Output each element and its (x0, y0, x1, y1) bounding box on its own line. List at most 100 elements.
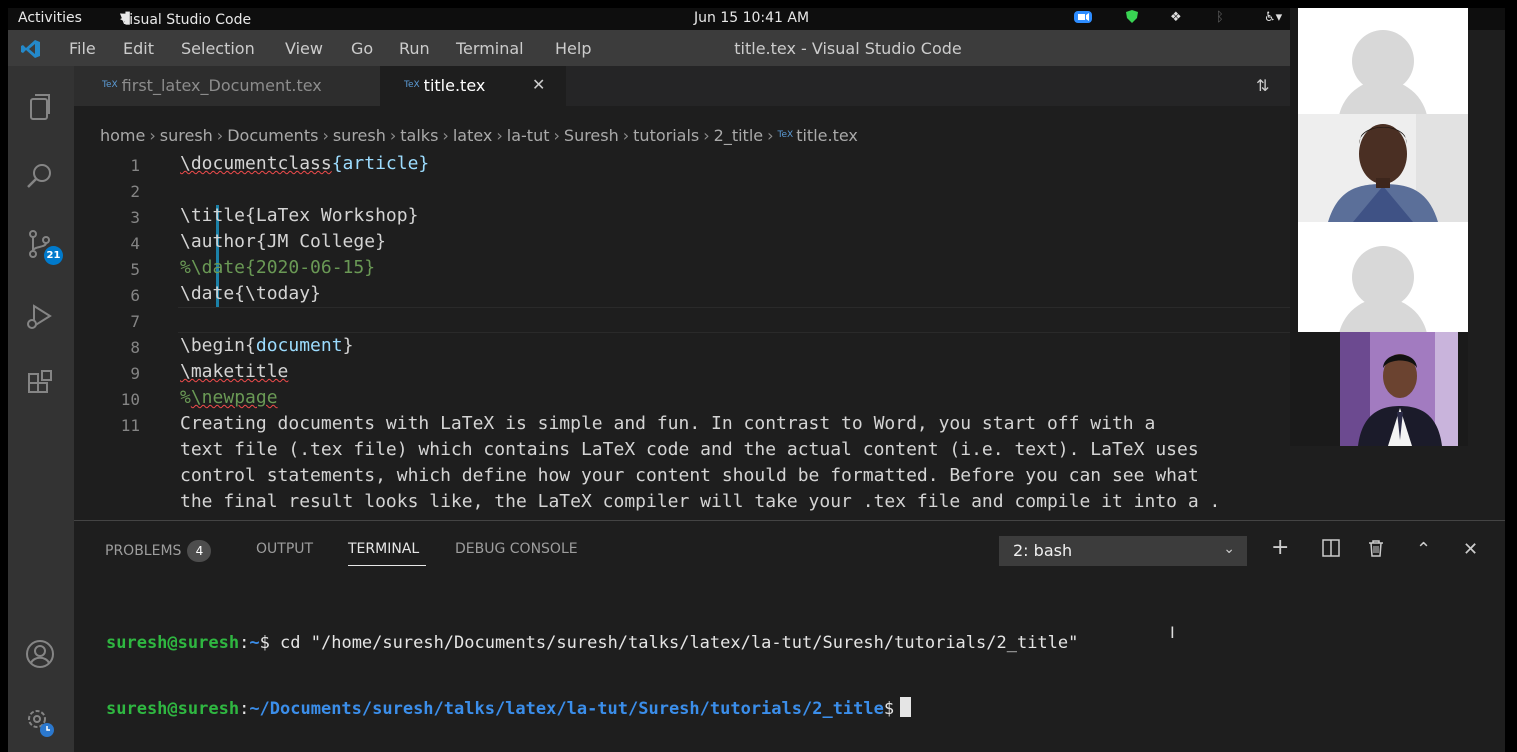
code-comment: \newpage (190, 387, 278, 408)
manage-gear-icon[interactable] (22, 704, 58, 740)
code-line-wrap: control statements, which define how you… (74, 465, 1494, 491)
app-menu-label: Visual Studio Code (120, 12, 252, 28)
code-brace: } (342, 335, 354, 356)
breadcrumb-item[interactable]: title.tex (796, 126, 858, 145)
menu-file[interactable]: File (69, 39, 96, 58)
participant-tile[interactable] (1298, 222, 1468, 332)
breadcrumb-item[interactable]: la-tut (507, 126, 550, 145)
chevron-up-icon[interactable]: ⌃ (1416, 539, 1431, 560)
chevron-right-icon: › (767, 126, 774, 145)
trash-icon[interactable] (1368, 539, 1384, 562)
breadcrumb-item[interactable]: talks (400, 126, 438, 145)
clock[interactable]: Jun 15 10:41 AM (694, 10, 809, 26)
line-number: 8 (130, 338, 140, 357)
code-line: 7 (74, 309, 1494, 335)
menu-go[interactable]: Go (351, 39, 373, 58)
bottom-panel: PROBLEMS 4 OUTPUT TERMINAL DEBUG CONSOLE … (74, 520, 1505, 752)
line-number: 10 (120, 390, 140, 409)
menu-run[interactable]: Run (399, 39, 430, 58)
accessibility-tray-icon[interactable]: ♿▾ (1264, 10, 1282, 25)
terminal-output[interactable]: suresh@suresh:~$ cd "/home/suresh/Docume… (106, 593, 1078, 752)
code-line: 6 \date{\today} (74, 283, 1494, 309)
run-debug-icon[interactable] (22, 298, 58, 334)
breadcrumb-item[interactable]: Suresh (564, 126, 619, 145)
chevron-right-icon: › (496, 126, 503, 145)
source-control-icon[interactable]: 21 (22, 226, 63, 265)
dropbox-tray-icon[interactable]: ❖ (1170, 10, 1182, 25)
code-comment: %\date{2020-06-15} (180, 257, 376, 278)
code-text: \title{LaTex Workshop} (180, 205, 419, 226)
accounts-icon[interactable] (22, 636, 58, 672)
presenter-video[interactable] (1298, 114, 1468, 222)
tex-file-icon: TeX (777, 130, 794, 140)
breadcrumb-item[interactable]: home (100, 126, 145, 145)
text-cursor-icon: I (1170, 623, 1175, 642)
breadcrumb-item[interactable]: 2_title (714, 126, 763, 145)
vscode-logo-icon (21, 40, 40, 58)
breadcrumb-item[interactable]: tutorials (633, 126, 699, 145)
tab-first-latex-document[interactable]: TeX first_latex_Document.tex (74, 66, 380, 106)
compare-changes-icon[interactable]: ⇅ (1256, 76, 1269, 95)
chevron-right-icon: › (442, 126, 449, 145)
tab-label: title.tex (423, 76, 486, 95)
avatar-body (1338, 298, 1428, 332)
code-line: 5 %\date{2020-06-15} (74, 257, 1494, 283)
terminal-shell-select[interactable]: 2: bash ⌄ (999, 536, 1247, 566)
menu-selection[interactable]: Selection (181, 39, 255, 58)
line-number: 7 (130, 312, 140, 331)
code-comment-marker: % (180, 387, 191, 408)
terminal-prompt: $ (883, 699, 895, 719)
tab-label: PROBLEMS (105, 543, 182, 559)
terminal-separator: : (239, 699, 250, 719)
breadcrumb-item[interactable]: suresh (333, 126, 386, 145)
code-argument: document (255, 335, 343, 356)
bluetooth-tray-icon[interactable]: ᛒ (1216, 10, 1224, 25)
shield-tray-icon[interactable] (1126, 10, 1138, 28)
tab-terminal[interactable]: TERMINAL (348, 541, 419, 557)
menu-help[interactable]: Help (555, 39, 591, 58)
close-icon[interactable]: ✕ (532, 75, 545, 94)
activities-button[interactable]: Activities (18, 10, 82, 26)
line-number: 6 (130, 286, 140, 305)
menu-terminal[interactable]: Terminal (456, 39, 524, 58)
code-editor[interactable]: 1 \documentclass{article} 2 3 \title{LaTex… (74, 151, 1298, 521)
chevron-right-icon: › (322, 126, 329, 145)
participant-video[interactable] (1340, 332, 1458, 446)
line-number: 2 (130, 182, 140, 201)
menu-bar: File Edit Selection View Go Run Terminal… (8, 30, 1298, 66)
line-number: 4 (130, 234, 140, 253)
code-command: \maketitle (180, 361, 289, 382)
breadcrumb-item[interactable]: suresh (160, 126, 213, 145)
code-text: \author{JM College} (180, 231, 386, 252)
tex-file-icon: TeX (404, 80, 420, 90)
tab-title-tex[interactable]: TeX title.tex ✕ (380, 66, 566, 106)
line-number: 9 (130, 364, 140, 383)
new-terminal-icon[interactable]: + (1271, 535, 1289, 560)
participant-tile[interactable] (1298, 8, 1468, 114)
menu-edit[interactable]: Edit (123, 39, 154, 58)
breadcrumb-item[interactable]: latex (453, 126, 493, 145)
zoom-tray-icon[interactable] (1074, 10, 1092, 28)
terminal-user: suresh@suresh (106, 633, 240, 653)
chevron-right-icon: › (149, 126, 156, 145)
terminal-path: ~ (249, 633, 260, 653)
menu-view[interactable]: View (285, 39, 323, 58)
explorer-icon[interactable] (22, 90, 58, 126)
close-icon[interactable]: ✕ (1463, 539, 1478, 560)
tab-problems[interactable]: PROBLEMS 4 (105, 540, 212, 562)
extensions-icon[interactable] (22, 366, 58, 402)
chevron-right-icon: › (553, 126, 560, 145)
tab-output[interactable]: OUTPUT (256, 541, 313, 557)
terminal-line: suresh@suresh:~$ cd "/home/suresh/Docume… (106, 633, 1078, 657)
problems-count-badge: 4 (187, 540, 212, 562)
search-icon[interactable] (22, 158, 58, 194)
breadcrumb-item[interactable]: Documents (227, 126, 318, 145)
tab-debug-console[interactable]: DEBUG CONSOLE (455, 541, 578, 557)
desktop-screen: Activities ◂▌ Visual Studio Code ▼ Jun 1… (8, 8, 1505, 752)
active-tab-indicator (348, 565, 426, 566)
code-line-wrap: text file (.tex file) which contains LaT… (74, 439, 1494, 465)
split-terminal-icon[interactable] (1322, 539, 1340, 562)
scm-count-badge: 21 (44, 246, 63, 265)
terminal-user: suresh@suresh (106, 699, 240, 719)
code-line: 2 (74, 179, 1494, 205)
